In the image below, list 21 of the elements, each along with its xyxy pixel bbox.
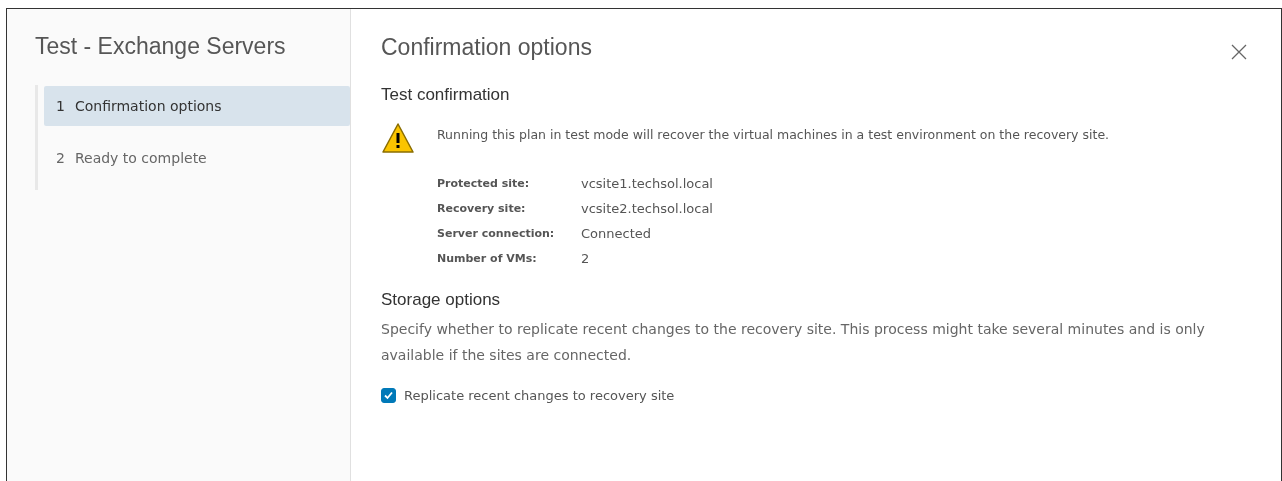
checkbox-label: Replicate recent changes to recovery site: [404, 388, 675, 403]
page-title: Confirmation options: [381, 34, 592, 61]
storage-description: Specify whether to replicate recent changes to the recovery site. This process might take several minutes and is only available if the sites are connected.: [381, 320, 1206, 365]
section-heading: Storage options: [381, 290, 502, 310]
detail-label: Recovery site:: [437, 201, 527, 217]
detail-label: Number of VMs:: [437, 251, 538, 267]
warning-message: Running this plan in test mode will recover the virtual machines in a test environment on the recovery site.: [437, 127, 1110, 142]
close-icon: [1231, 44, 1247, 60]
warning-icon: [381, 122, 415, 154]
checkbox[interactable]: [381, 388, 396, 403]
detail-label: Protected site:: [437, 176, 531, 192]
check-icon: [383, 390, 394, 401]
wizard-step[interactable]: 2 Ready to complete: [44, 138, 350, 178]
detail-label: Server connection:: [437, 226, 556, 242]
detail-value: Connected: [581, 226, 652, 241]
detail-value: vcsite1.techsol.local: [581, 176, 714, 191]
wizard-title: Test - Exchange Servers: [35, 33, 287, 60]
detail-value: 2: [581, 251, 591, 266]
section-heading: Test confirmation: [381, 85, 511, 105]
detail-value: vcsite2.techsol.local: [581, 201, 714, 216]
wizard-step[interactable]: 1 Confirmation options: [44, 86, 350, 126]
